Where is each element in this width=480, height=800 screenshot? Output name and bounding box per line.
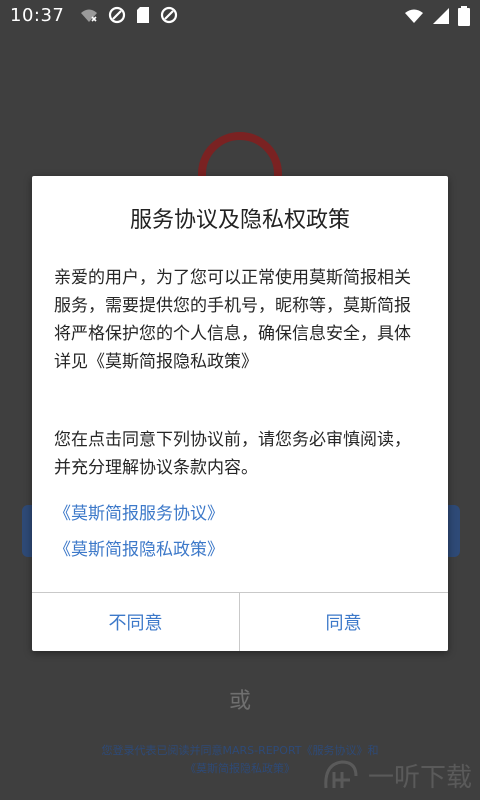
agree-button[interactable]: 同意 — [240, 593, 447, 651]
agreement-links: 《莫斯简报服务协议》 《莫斯简报隐私政策》 — [54, 496, 224, 568]
do-not-disturb-icon — [109, 6, 126, 24]
status-icons-right — [404, 6, 470, 26]
service-agreement-link[interactable]: 《莫斯简报服务协议》 — [54, 496, 224, 532]
wifi-icon — [405, 9, 423, 23]
battery-icon — [458, 6, 470, 26]
watermark-text: 一听下载 — [367, 763, 472, 793]
status-icons-left — [80, 6, 178, 24]
privacy-policy-link[interactable]: 《莫斯简报隐私政策》 — [54, 532, 224, 568]
do-not-disturb-icon-2 — [161, 6, 178, 24]
disagree-button[interactable]: 不同意 — [32, 593, 239, 651]
status-bar: 10:37 — [0, 0, 480, 30]
dialog-title: 服务协议及隐私权政策 — [129, 208, 350, 233]
watermark-logo-icon — [324, 759, 358, 788]
privacy-policy-dialog: 服务协议及隐私权政策 亲爱的用户，为了您可以正常使用莫斯简报相关服务，需要提供您… — [32, 176, 448, 651]
signal-icon — [433, 8, 449, 24]
dialog-paragraph-2: 您在点击同意下列协议前，请您务必审慎阅读，并充分理解协议条款内容。 — [54, 430, 411, 478]
watermark: 一听下载 — [320, 757, 472, 794]
status-time: 10:37 — [10, 4, 65, 26]
sd-card-icon — [137, 7, 150, 23]
wifi-off-icon — [81, 9, 98, 22]
or-divider-text: 或 — [228, 689, 251, 714]
dialog-body: 亲爱的用户，为了您可以正常使用莫斯简报相关服务，需要提供您的手机号，昵称等，莫斯… — [54, 264, 426, 482]
dialog-paragraph-1: 亲爱的用户，为了您可以正常使用莫斯简报相关服务，需要提供您的手机号，昵称等，莫斯… — [54, 268, 411, 372]
background-login-button-edge-right — [446, 505, 460, 557]
